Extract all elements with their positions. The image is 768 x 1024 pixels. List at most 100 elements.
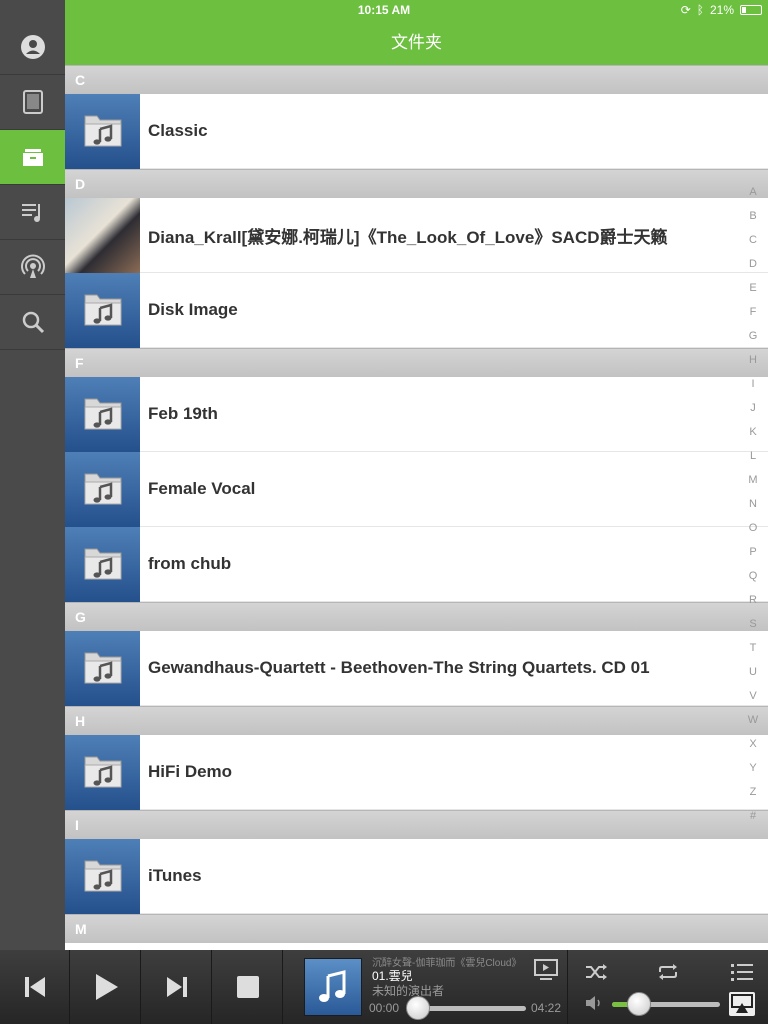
list-item[interactable]: Female Vocal: [65, 451, 768, 527]
music-folder-icon: [65, 838, 140, 914]
list-item[interactable]: Classic: [65, 93, 768, 169]
index-letter[interactable]: X: [743, 738, 763, 762]
music-folder-icon: [65, 734, 140, 810]
index-letter[interactable]: B: [743, 210, 763, 234]
shuffle-button[interactable]: [584, 962, 608, 982]
ipad-icon: [22, 90, 43, 114]
shuffle-icon: [586, 964, 607, 980]
index-letter[interactable]: H: [743, 354, 763, 378]
music-folder-icon: [65, 451, 140, 527]
section-header: C: [65, 65, 768, 94]
music-folder-icon: [65, 272, 140, 348]
repeat-button[interactable]: [656, 962, 680, 982]
list-item[interactable]: Feb 19th: [65, 376, 768, 452]
index-letter[interactable]: N: [743, 498, 763, 522]
repeat-icon: [659, 964, 677, 980]
index-letter[interactable]: Q: [743, 570, 763, 594]
list-item[interactable]: Diana_Krall[黛安娜.柯瑞儿]《The_Look_Of_Love》SA…: [65, 197, 768, 273]
list-item-label: HiFi Demo: [148, 762, 233, 781]
section-header: M: [65, 914, 768, 943]
album-cover: [65, 197, 140, 273]
list-item[interactable]: Gewandhaus-Quartett - Beethoven-The Stri…: [65, 630, 768, 706]
index-letter[interactable]: Y: [743, 762, 763, 786]
index-letter[interactable]: O: [743, 522, 763, 546]
music-folder-icon: [65, 376, 140, 452]
index-letter[interactable]: G: [743, 330, 763, 354]
stop-button[interactable]: [213, 950, 283, 1024]
index-letter[interactable]: R: [743, 594, 763, 618]
stop-icon: [236, 976, 259, 998]
sidebar-item-search[interactable]: [0, 295, 65, 350]
battery-icon: [740, 5, 762, 15]
queue-list-button[interactable]: [730, 962, 754, 982]
index-letter[interactable]: I: [743, 378, 763, 402]
index-letter[interactable]: S: [743, 618, 763, 642]
list-item[interactable]: HiFi Demo: [65, 734, 768, 810]
sidebar-item-ipad[interactable]: [0, 75, 65, 130]
play-icon: [95, 974, 118, 1000]
sidebar-item-account[interactable]: [0, 20, 65, 75]
sidebar-item-broadcast[interactable]: [0, 240, 65, 295]
account-icon: [20, 35, 45, 59]
player-bar: 沉醉女聲-伽菲珈而《雲兒Cloud》 01.雲兒 未知的演出者 00:00 04…: [0, 950, 768, 1024]
battery-percent: 21%: [709, 3, 734, 17]
list-item-label: iTunes: [148, 866, 202, 885]
airplay-icon: [731, 994, 753, 1013]
page-title: 文件夹: [65, 20, 768, 65]
screen-output-button[interactable]: [533, 958, 559, 982]
elapsed-time: 00:00: [369, 1001, 400, 1015]
sidebar-item-playlist[interactable]: [0, 185, 65, 240]
index-letter[interactable]: W: [743, 714, 763, 738]
section-header: I: [65, 810, 768, 839]
list-item-label: Feb 19th: [148, 404, 218, 423]
volume-icon: [584, 994, 604, 1012]
album-art[interactable]: [304, 958, 362, 1016]
now-playing-artist: 未知的演出者: [372, 984, 445, 998]
previous-button[interactable]: [0, 950, 70, 1024]
index-letter[interactable]: K: [743, 426, 763, 450]
sidebar-item-folders[interactable]: [0, 130, 65, 185]
index-letter[interactable]: C: [743, 234, 763, 258]
music-folder-icon: [65, 630, 140, 706]
index-letter[interactable]: U: [743, 666, 763, 690]
index-letter[interactable]: D: [743, 258, 763, 282]
index-letter[interactable]: V: [743, 690, 763, 714]
index-letter[interactable]: Z: [743, 786, 763, 810]
index-letter[interactable]: T: [743, 642, 763, 666]
next-button[interactable]: [142, 950, 212, 1024]
status-time: 10:15 AM: [357, 3, 411, 17]
alphabet-index[interactable]: A B C D E F G H I J K L M N O P Q R S T U V W X Y Z #: [743, 186, 763, 834]
section-header: G: [65, 602, 768, 631]
list-item[interactable]: iTunes: [65, 838, 768, 914]
list-icon: [731, 964, 753, 981]
volume-knob[interactable]: [627, 992, 651, 1016]
progress-knob[interactable]: [406, 996, 430, 1020]
play-button[interactable]: [71, 950, 141, 1024]
folder-list[interactable]: C Classic D Diana_Krall[黛安娜.柯瑞儿]《The_Look_O…: [65, 65, 768, 950]
list-item-label: Gewandhaus-Quartett - Beethoven-The Stri…: [148, 658, 650, 677]
index-letter[interactable]: A: [743, 186, 763, 210]
duration-time: 04:22: [531, 1001, 562, 1015]
list-item[interactable]: from chub: [65, 526, 768, 602]
screen-output-icon: [534, 959, 558, 980]
search-icon: [22, 311, 44, 334]
index-letter[interactable]: #: [743, 810, 763, 834]
list-item-label: Female Vocal: [148, 479, 256, 498]
index-letter[interactable]: M: [743, 474, 763, 498]
folder-icon: [22, 149, 43, 166]
index-letter[interactable]: P: [743, 546, 763, 570]
index-letter[interactable]: L: [743, 450, 763, 474]
section-header: D: [65, 169, 768, 198]
index-letter[interactable]: J: [743, 402, 763, 426]
list-item-label: from chub: [148, 554, 232, 573]
music-note-icon: [319, 970, 346, 1002]
section-header: F: [65, 348, 768, 377]
list-item-label: Classic: [148, 121, 208, 140]
index-letter[interactable]: F: [743, 306, 763, 330]
list-item[interactable]: Disk Image: [65, 272, 768, 348]
index-letter[interactable]: E: [743, 282, 763, 306]
music-folder-icon: [65, 93, 140, 169]
previous-icon: [24, 977, 45, 997]
airplay-button[interactable]: [729, 992, 755, 1016]
status-bar: iPad ◠ 10:15 AM ⟳ ᛒ 21%: [0, 0, 768, 20]
